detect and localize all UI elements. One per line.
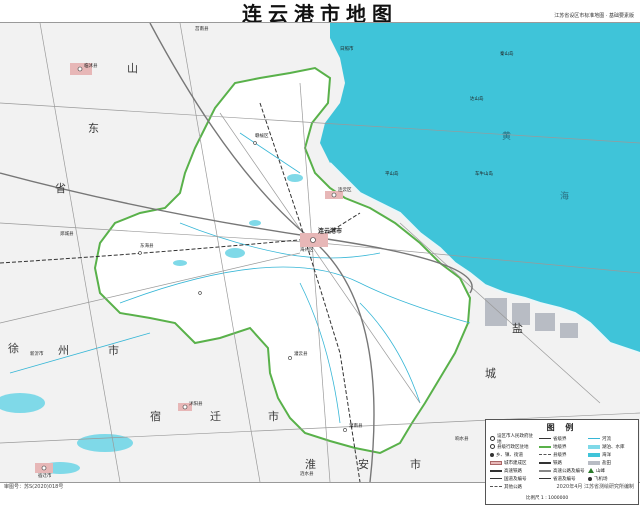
salt-fill-icon	[588, 460, 600, 465]
label-junan: 莒南县	[195, 27, 209, 32]
label-suqian-1: 宿	[150, 410, 161, 423]
label-lianyun[interactable]: 连云区	[338, 188, 352, 194]
legend-title: 图 例	[546, 423, 578, 432]
label-shandong-2: 东	[88, 122, 99, 135]
label-xiangshui: 响水县	[455, 437, 469, 442]
label-xuzhou-2: 州	[58, 344, 69, 357]
label-rizhao: 日照市	[340, 47, 354, 52]
label-suqian-2: 迁	[210, 410, 221, 423]
map-frame: 山 东 省 徐 州 市 宿 迁 市 淮 安 市 盐 城 黄 海 连云港市 海州区…	[0, 22, 640, 505]
label-island-2: 达山岛	[470, 97, 484, 102]
label-island-3: 车牛山岛	[475, 172, 493, 177]
legend-item: 湖泊、水库	[588, 443, 634, 450]
label-yancheng-2: 城	[485, 367, 496, 380]
label-shandong-3: 省	[55, 182, 66, 195]
airport-icon	[588, 476, 592, 481]
legend-item: 飞机场	[588, 475, 634, 482]
label-haizhou[interactable]: 海州区	[300, 248, 314, 254]
footer-credit: 2020年4月 江苏省测绘研究所编制	[556, 484, 635, 490]
legend-item: 海洋	[588, 451, 634, 458]
label-lianshui: 涟水县	[300, 472, 314, 477]
sea-fill-icon	[588, 452, 600, 457]
label-donghai[interactable]: 东海县	[140, 244, 154, 250]
legend-item: 县级行政区驻地	[490, 443, 536, 450]
label-huaian-2: 安	[358, 458, 369, 471]
label-xuzhou-3: 市	[108, 344, 119, 357]
label-guanyun[interactable]: 灌云县	[294, 352, 308, 358]
hsr-line-icon	[490, 469, 502, 472]
county-line-icon	[539, 454, 551, 455]
label-tancheng: 郯城县	[60, 232, 74, 237]
map-legend: 图 例 设区市人民政府驻地 省级界 河流 县级行政区驻地 地级界 湖泊、水库 乡…	[485, 419, 639, 505]
label-shandong-1: 山	[127, 62, 138, 75]
urban-fill-icon	[490, 460, 502, 465]
legend-item: 县级界	[539, 451, 585, 458]
legend-item: 国道及编号	[490, 475, 536, 482]
label-xinyi: 新沂市	[30, 352, 44, 357]
province-line-icon	[539, 438, 551, 439]
river-line-icon	[588, 438, 600, 439]
lake-fill-icon	[588, 444, 600, 449]
legend-item: 高速铁路	[490, 467, 536, 474]
legend-item: 乡、镇、街道	[490, 451, 536, 458]
city-line-icon	[539, 445, 551, 448]
label-xuzhou-1: 徐	[8, 342, 19, 355]
town-dot-icon	[490, 452, 494, 457]
label-linshu: 临沭县	[84, 64, 98, 69]
other-road-icon	[490, 486, 502, 487]
national-road-icon	[490, 478, 502, 479]
capital-dot-icon	[490, 436, 495, 441]
legend-item: 城市建成区	[490, 459, 536, 466]
railway-line-icon	[539, 461, 551, 464]
peak-icon	[588, 468, 594, 473]
label-sea-2: 海	[560, 192, 570, 202]
legend-item: 地级界	[539, 443, 585, 450]
legend-item: 其他公路	[490, 483, 536, 490]
legend-item: 河流	[588, 435, 634, 442]
label-shuyang: 沭阳县	[189, 402, 203, 407]
label-huaian-1: 淮	[305, 458, 316, 471]
label-huaian-3: 市	[410, 458, 421, 471]
legend-item: 山峰	[588, 467, 634, 474]
expressway-line-icon	[539, 469, 551, 472]
legend-item: 高速公路及编号	[539, 467, 585, 474]
legend-item: 铁路	[539, 459, 585, 466]
map-subtitle: 江苏省设区市标准地图 · 基础要素版	[554, 13, 634, 19]
label-suqian-3: 市	[268, 410, 279, 423]
label-island-4: 平山岛	[385, 172, 399, 177]
label-suqian-city: 宿迁市	[38, 474, 52, 479]
label-island-1: 秦山岛	[500, 52, 514, 57]
label-yancheng-1: 盐	[512, 322, 523, 335]
label-sea-1: 黄	[502, 132, 512, 142]
label-ganyu[interactable]: 赣榆区	[255, 134, 269, 140]
legend-item: 省级界	[539, 435, 585, 442]
legend-item: 盐田	[588, 459, 634, 466]
scale-bar: 比例尺 1 : 1000000	[526, 496, 569, 501]
footer-approval: 审图号：苏S(2020)018号	[4, 484, 64, 490]
provincial-road-icon	[539, 478, 551, 479]
legend-item: 省道及编号	[539, 475, 585, 482]
label-city-center[interactable]: 连云港市	[318, 229, 342, 235]
label-guannan[interactable]: 灌南县	[349, 424, 363, 430]
map-canvas[interactable]	[0, 23, 640, 482]
legend-item: 设区市人民政府驻地	[490, 434, 536, 445]
county-dot-icon	[490, 444, 495, 449]
